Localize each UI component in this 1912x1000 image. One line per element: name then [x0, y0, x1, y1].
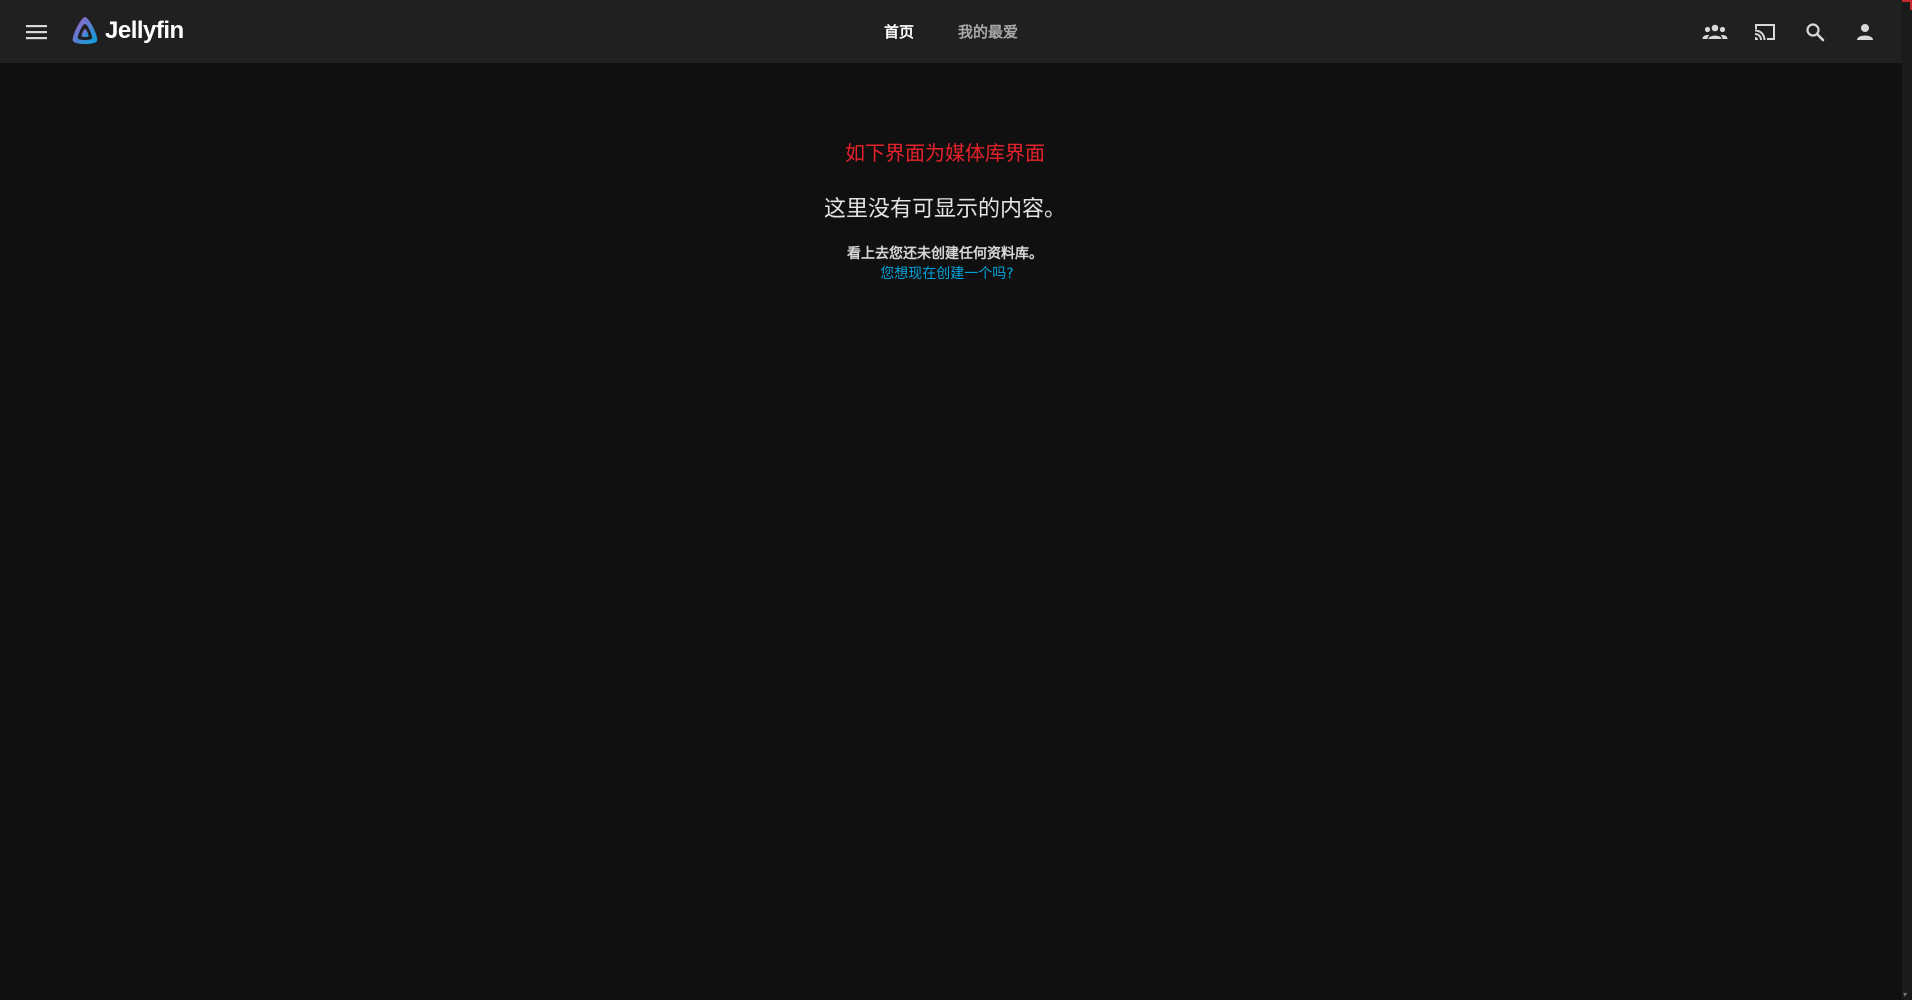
main-content: 如下界面为媒体库界面 这里没有可显示的内容。 看上去您还未创建任何资料库。 您想…: [0, 63, 1902, 1000]
empty-state-title: 这里没有可显示的内容。: [823, 197, 1066, 222]
window-corner-top: [1902, 0, 1912, 10]
menu-icon: [26, 25, 47, 40]
annotation-text: 如下界面为媒体库界面: [845, 141, 1045, 165]
tab-favorites[interactable]: 我的最爱: [936, 0, 1040, 63]
app-name: Jellyfin: [105, 17, 184, 44]
top-header: Jellyfin 首页 我的最爱: [0, 0, 1902, 63]
header-tabs: 首页 我的最爱: [0, 0, 1902, 63]
empty-state-link-wrap: 您想现在创建一个吗?: [0, 263, 1894, 283]
group-icon: [1702, 24, 1728, 39]
tab-home[interactable]: 首页: [862, 0, 936, 63]
app-window: Jellyfin 首页 我的最爱 如下界面为媒体库界面 这里没有可显示的内容。 …: [0, 0, 1912, 1000]
syncplay-button[interactable]: [1698, 15, 1732, 49]
jellyfin-logo-icon: [72, 17, 98, 44]
scrollbar[interactable]: [1902, 0, 1912, 1000]
jellyfin-logo[interactable]: Jellyfin: [69, 15, 184, 47]
search-icon: [1806, 22, 1825, 41]
header-actions: [1682, 0, 1882, 63]
user-menu-button[interactable]: [1848, 15, 1882, 49]
cast-icon: [1755, 23, 1775, 40]
user-icon: [1857, 23, 1873, 40]
create-library-link[interactable]: 您想现在创建一个吗?: [880, 266, 1013, 282]
search-button[interactable]: [1798, 15, 1832, 49]
cast-button[interactable]: [1748, 15, 1782, 49]
scroll-down-arrow-icon[interactable]: ▾: [1903, 991, 1911, 999]
menu-button[interactable]: [22, 18, 52, 46]
empty-state-description: 看上去您还未创建任何资料库。: [847, 246, 1043, 262]
